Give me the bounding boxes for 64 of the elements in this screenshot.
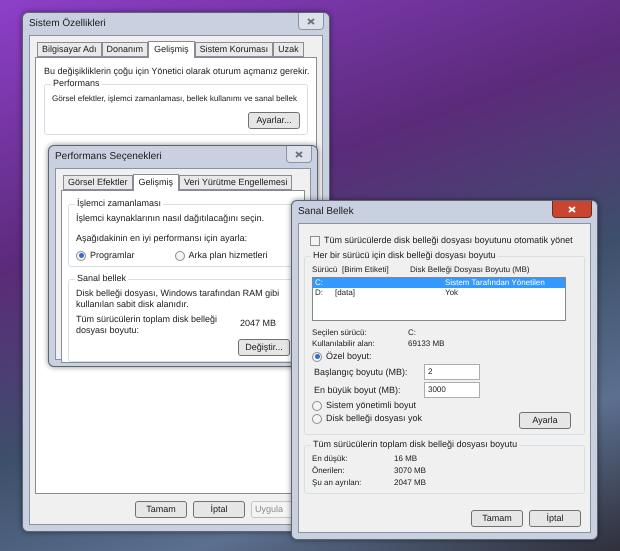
dialog-button[interactable]: Ayarla [519,412,571,429]
checkbox[interactable] [310,236,320,246]
drive-row[interactable]: D: [data] Yok [313,288,565,298]
close-icon [568,206,576,212]
close-icon [307,18,315,24]
radio-button[interactable] [174,250,185,260]
radio-button[interactable] [312,352,322,362]
dialog-button[interactable]: Ayarlar... [248,112,300,129]
tab[interactable]: Donanım [102,42,148,57]
radio-button[interactable] [312,414,322,424]
field-label: Başlangıç boyutu (MB): [314,366,409,378]
column-header: [Birim Etiketi] [342,265,390,275]
radio-label: Sistem yönetimli boyut [326,400,416,411]
dialog-button[interactable]: İptal [193,500,245,518]
group-label: Tüm sürücülerin toplam disk belleği dosyası boyutu [311,439,520,450]
tab[interactable]: Görsel Efektler [63,175,133,190]
window-title: Sistem Özellikleri [29,18,106,30]
total-value: 2047 MB [240,318,276,329]
field-value: 2047 MB [394,478,428,488]
column-header: Sürücü [312,265,338,275]
tab[interactable]: Gelişmiş [132,174,180,191]
field-label: En düşük: [312,454,349,464]
field-value: 69133 MB [408,338,446,349]
window-title: Performans Seçenekleri [55,151,162,163]
tab[interactable]: Gelişmiş [148,41,195,58]
group-label: İşlemci zamanlaması [75,198,164,209]
tab[interactable]: Sistem Koruması [194,42,274,57]
dialog-button[interactable]: Tamam [471,510,523,526]
dialog-button[interactable]: Tamam [135,500,187,518]
field-value: 3070 MB [394,466,428,476]
group-description: İşlemci kaynaklarının nasıl dağıtılacağını seçin. [76,213,266,224]
field-value: C: [408,327,417,338]
input-field[interactable]: 3000 [424,382,480,398]
radio-label: Arka plan hizmetleri [188,250,268,261]
radio-button[interactable] [312,400,322,410]
tab[interactable]: Uzak [273,42,304,57]
field-label: Kullanılabilir alan: [312,338,376,349]
notice-text: Bu değişikliklerin çoğu için Yönetici olarak oturum açmanız gerekir. [44,66,308,77]
window-title: Sanal Bellek [298,206,354,218]
tab[interactable]: Veri Yürütme Engellemesi [179,175,292,190]
column-header: Disk Belleği Dosyası Boyutu (MB) [410,265,530,275]
tab[interactable]: Bilgisayar Adı [37,42,102,57]
field-label: En büyük boyut (MB): [314,384,402,396]
field-label: Önerilen: [312,466,346,476]
group-description: Disk belleği dosyası, Windows tarafından RAM gibi kullanılan sabit disk alanıdır. [76,288,280,310]
total-label: Tüm sürücülerin toplam disk belleği dosyası boyutu: [76,314,218,336]
group-label: Performans [51,78,102,89]
group-description: Görsel efektler, işlemci zamanlaması, bellek kullanımı ve sanal bellek [52,93,298,104]
checkbox-label: Tüm sürücülerde disk belleği dosyası boyutunu otomatik yönet [324,235,573,246]
radio-button[interactable] [76,250,86,260]
radio-label: Programlar [90,250,135,261]
close-icon [295,150,303,158]
field-value: 16 MB [394,454,418,464]
input-field[interactable]: 2 [424,364,480,380]
group-label: Her bir sürücü için disk belleği dosyası boyutu [311,250,498,261]
radio-label: Disk belleği dosyası yok [326,413,422,424]
field-label: Şu an ayrılan: [312,478,362,488]
dialog-button[interactable]: İptal [529,510,581,526]
radio-label: Özel boyut: [326,351,372,362]
group-label: Sanal bellek [75,273,128,284]
dialog-button[interactable]: Değiştir... [238,339,290,356]
prompt-text: Aşağıdakinin en iyi performansı için ayarla: [76,233,248,244]
field-label: Seçilen sürücü: [312,327,368,338]
close-button[interactable] [552,201,592,218]
